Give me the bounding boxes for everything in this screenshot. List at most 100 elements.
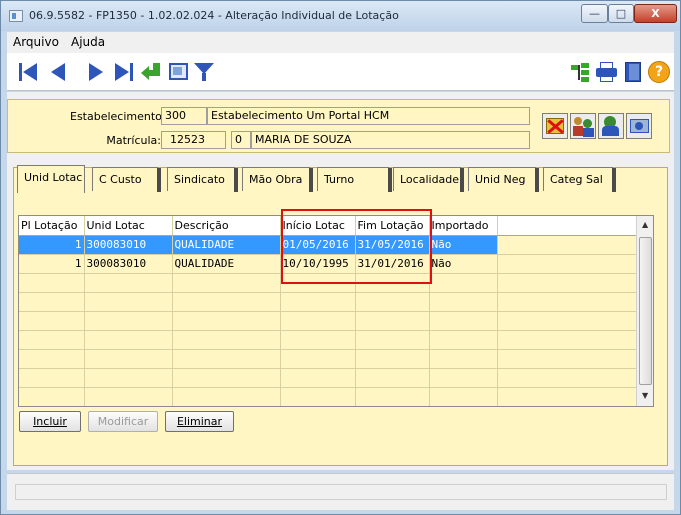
tab-unid-neg-label: Unid Neg [475, 173, 526, 186]
tab-mao-obra-label: Mão Obra [249, 173, 303, 186]
empty-cell [19, 387, 85, 406]
col-importado[interactable]: Importado [429, 216, 498, 236]
empty-cell [19, 349, 85, 369]
cell-pl-lotacao: 1 [19, 235, 85, 255]
empty-table-row[interactable] [19, 349, 638, 369]
printer-icon[interactable] [595, 61, 619, 83]
date-columns-highlight [281, 209, 432, 284]
col-filler [497, 216, 637, 236]
status-message-area [15, 484, 667, 500]
scroll-down-icon[interactable]: ▼ [642, 391, 648, 400]
col-pl-lotacao[interactable]: Pl Lotação [19, 216, 85, 236]
estabelecimento-name-field: Estabelecimento Um Portal HCM [207, 107, 530, 125]
empty-table-row[interactable] [19, 330, 638, 350]
empty-cell [355, 311, 430, 331]
minimize-button[interactable]: — [581, 4, 608, 23]
empty-cell [172, 387, 281, 406]
empty-cell [84, 368, 173, 388]
cell-importado: Não [429, 235, 498, 255]
empty-cell [497, 368, 638, 388]
tab-turno-label: Turno [324, 173, 355, 186]
empty-cell [497, 330, 638, 350]
empty-cell [172, 330, 281, 350]
window-title: 06.9.5582 - FP1350 - 1.02.02.024 - Alter… [29, 9, 399, 22]
cell-unid-lotac: 300083010 [84, 235, 173, 255]
users-icon[interactable] [570, 113, 596, 139]
toolbar: ? [7, 53, 674, 91]
exit-door-icon[interactable] [621, 61, 645, 83]
tab-sindicato[interactable]: Sindicato [167, 167, 238, 192]
preview-icon[interactable] [167, 61, 191, 83]
modificar-button-label: Modificar [97, 415, 149, 428]
first-record-icon[interactable] [17, 61, 41, 83]
empty-cell [429, 368, 498, 388]
cancel-search-icon[interactable] [542, 113, 568, 139]
empty-cell [429, 292, 498, 312]
empty-cell [84, 311, 173, 331]
empty-rows [19, 273, 638, 406]
estabelecimento-code-field[interactable]: 300 [161, 107, 207, 125]
matricula-name-field: MARIA DE SOUZA [251, 131, 530, 149]
empty-cell [280, 311, 356, 331]
tab-unid-neg[interactable]: Unid Neg [468, 167, 539, 192]
empty-cell [19, 292, 85, 312]
empty-table-row[interactable] [19, 387, 638, 406]
empty-cell [429, 387, 498, 406]
camera-icon[interactable] [626, 113, 652, 139]
maximize-button[interactable]: □ [608, 4, 634, 23]
close-button[interactable]: X [634, 4, 677, 23]
estabelecimento-label: Estabelecimento: [70, 110, 166, 123]
application-window: 06.9.5582 - FP1350 - 1.02.02.024 - Alter… [0, 0, 681, 515]
previous-record-icon[interactable] [47, 61, 71, 83]
cell-importado: Não [429, 254, 498, 274]
matricula-code-field[interactable]: 12523 [161, 131, 226, 149]
last-record-icon[interactable] [113, 61, 137, 83]
empty-cell [19, 330, 85, 350]
menu-ajuda[interactable]: Ajuda [71, 35, 105, 49]
cell-filler [497, 254, 638, 274]
cell-descricao: QUALIDADE [172, 235, 281, 255]
tab-unid-lotac[interactable]: Unid Lotac [17, 165, 85, 193]
tab-c-custo-label: C Custo [99, 173, 142, 186]
eliminar-button[interactable]: Eliminar [165, 411, 234, 432]
cell-descricao: QUALIDADE [172, 254, 281, 274]
empty-cell [355, 330, 430, 350]
empty-cell [84, 330, 173, 350]
tree-icon[interactable] [569, 61, 593, 83]
tab-categ-sal[interactable]: Categ Sal [543, 167, 616, 192]
tab-mao-obra[interactable]: Mão Obra [242, 167, 313, 192]
menu-arquivo[interactable]: Arquivo [13, 35, 59, 49]
col-descricao[interactable]: Descrição [172, 216, 281, 236]
empty-table-row[interactable] [19, 368, 638, 388]
filter-icon[interactable] [193, 61, 217, 83]
title-bar[interactable]: 06.9.5582 - FP1350 - 1.02.02.024 - Alter… [1, 1, 680, 31]
empty-cell [280, 292, 356, 312]
empty-cell [497, 311, 638, 331]
return-icon[interactable] [141, 61, 165, 83]
incluir-button[interactable]: Incluir [19, 411, 81, 432]
empty-cell [19, 273, 85, 293]
vertical-scrollbar[interactable]: ▲ ▼ [636, 216, 653, 406]
empty-cell [280, 330, 356, 350]
employee-search-icon[interactable] [598, 113, 624, 139]
empty-cell [84, 292, 173, 312]
modificar-button[interactable]: Modificar [88, 411, 158, 432]
scroll-up-icon[interactable]: ▲ [642, 220, 648, 229]
empty-table-row[interactable] [19, 311, 638, 331]
col-unid-lotac[interactable]: Unid Lotac [84, 216, 173, 236]
next-record-icon[interactable] [85, 61, 109, 83]
tab-categ-sal-label: Categ Sal [550, 173, 603, 186]
empty-cell [355, 292, 430, 312]
tab-c-custo[interactable]: C Custo [92, 167, 161, 192]
scrollbar-thumb[interactable] [639, 237, 652, 385]
help-icon-glyph: ? [648, 61, 670, 83]
tab-localidade[interactable]: Localidade [393, 167, 464, 192]
tab-turno[interactable]: Turno [317, 167, 392, 192]
empty-cell [497, 273, 638, 293]
help-icon[interactable]: ? [647, 61, 671, 83]
empty-cell [280, 368, 356, 388]
incluir-button-label: Incluir [33, 415, 67, 428]
app-icon [9, 10, 23, 22]
status-bar [7, 473, 674, 510]
empty-table-row[interactable] [19, 292, 638, 312]
